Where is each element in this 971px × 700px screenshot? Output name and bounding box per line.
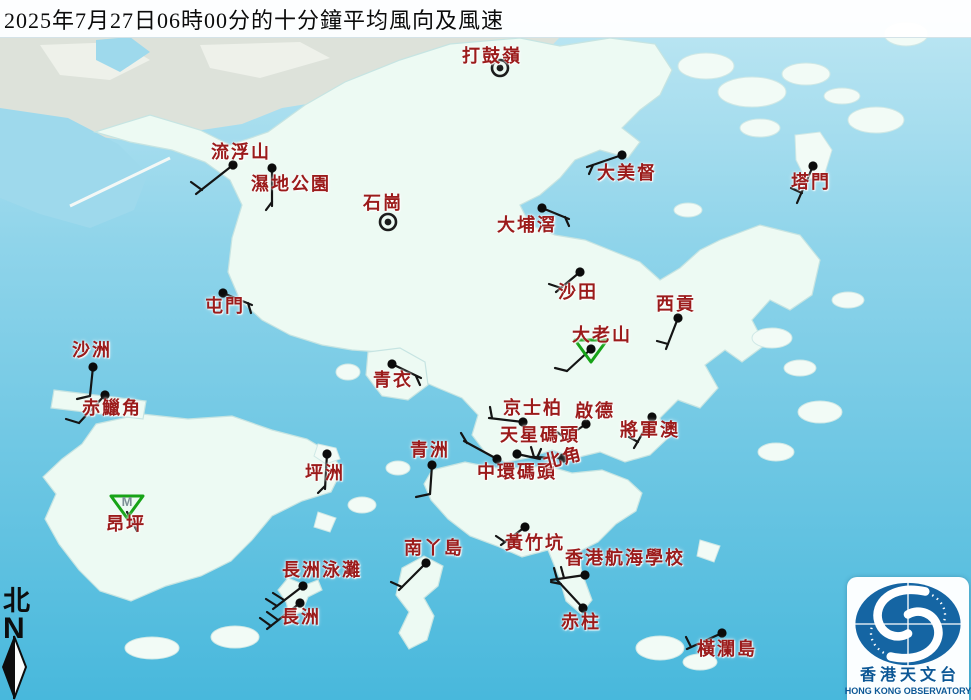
- base-map: M 北 N: [0, 0, 971, 700]
- station-dot: [218, 288, 227, 297]
- svg-text:M: M: [122, 494, 133, 509]
- station-dot: [267, 163, 276, 172]
- station-dot: [580, 570, 589, 579]
- station-dot: [228, 160, 237, 169]
- station-dot: [387, 359, 396, 368]
- hko-logo: 香港天文台 HONG KONG OBSERVATORY: [847, 577, 969, 700]
- station-dot: [617, 150, 626, 159]
- wind-map: M 北 N 打鼓嶺流浮山濕地公園石崗大美督塔門大埔滘沙田屯門西貢沙洲大老山赤鱲角…: [0, 0, 971, 700]
- hko-name-english: HONG KONG OBSERVATORY: [845, 685, 971, 697]
- station-dot: [581, 419, 590, 428]
- station-dot: [295, 598, 304, 607]
- station-dot: [512, 449, 521, 458]
- station-dot: [518, 417, 527, 426]
- station-dot: [558, 453, 567, 462]
- station-dot: [322, 449, 331, 458]
- hko-name-chinese: 香港天文台: [856, 667, 960, 684]
- station-dot: [427, 460, 436, 469]
- station-dot: [586, 344, 595, 353]
- station-dot: [537, 203, 546, 212]
- station-dot: [492, 454, 501, 463]
- station-dot: [520, 522, 529, 531]
- station-dot: [647, 412, 656, 421]
- hko-emblem-icon: [850, 580, 966, 668]
- station-dot: [100, 390, 109, 399]
- title-bar: 2025年7月27日06時00分的十分鐘平均風向及風速: [0, 0, 971, 38]
- map-title: 2025年7月27日06時00分的十分鐘平均風向及風速: [0, 3, 504, 35]
- station-dot: [673, 313, 682, 322]
- station-dot: [421, 558, 430, 567]
- station-dot: [88, 362, 97, 371]
- station-dot: [575, 267, 584, 276]
- station-dot: [717, 628, 726, 637]
- station-dot: [298, 581, 307, 590]
- station-dot: [808, 161, 817, 170]
- station-dot: [578, 603, 587, 612]
